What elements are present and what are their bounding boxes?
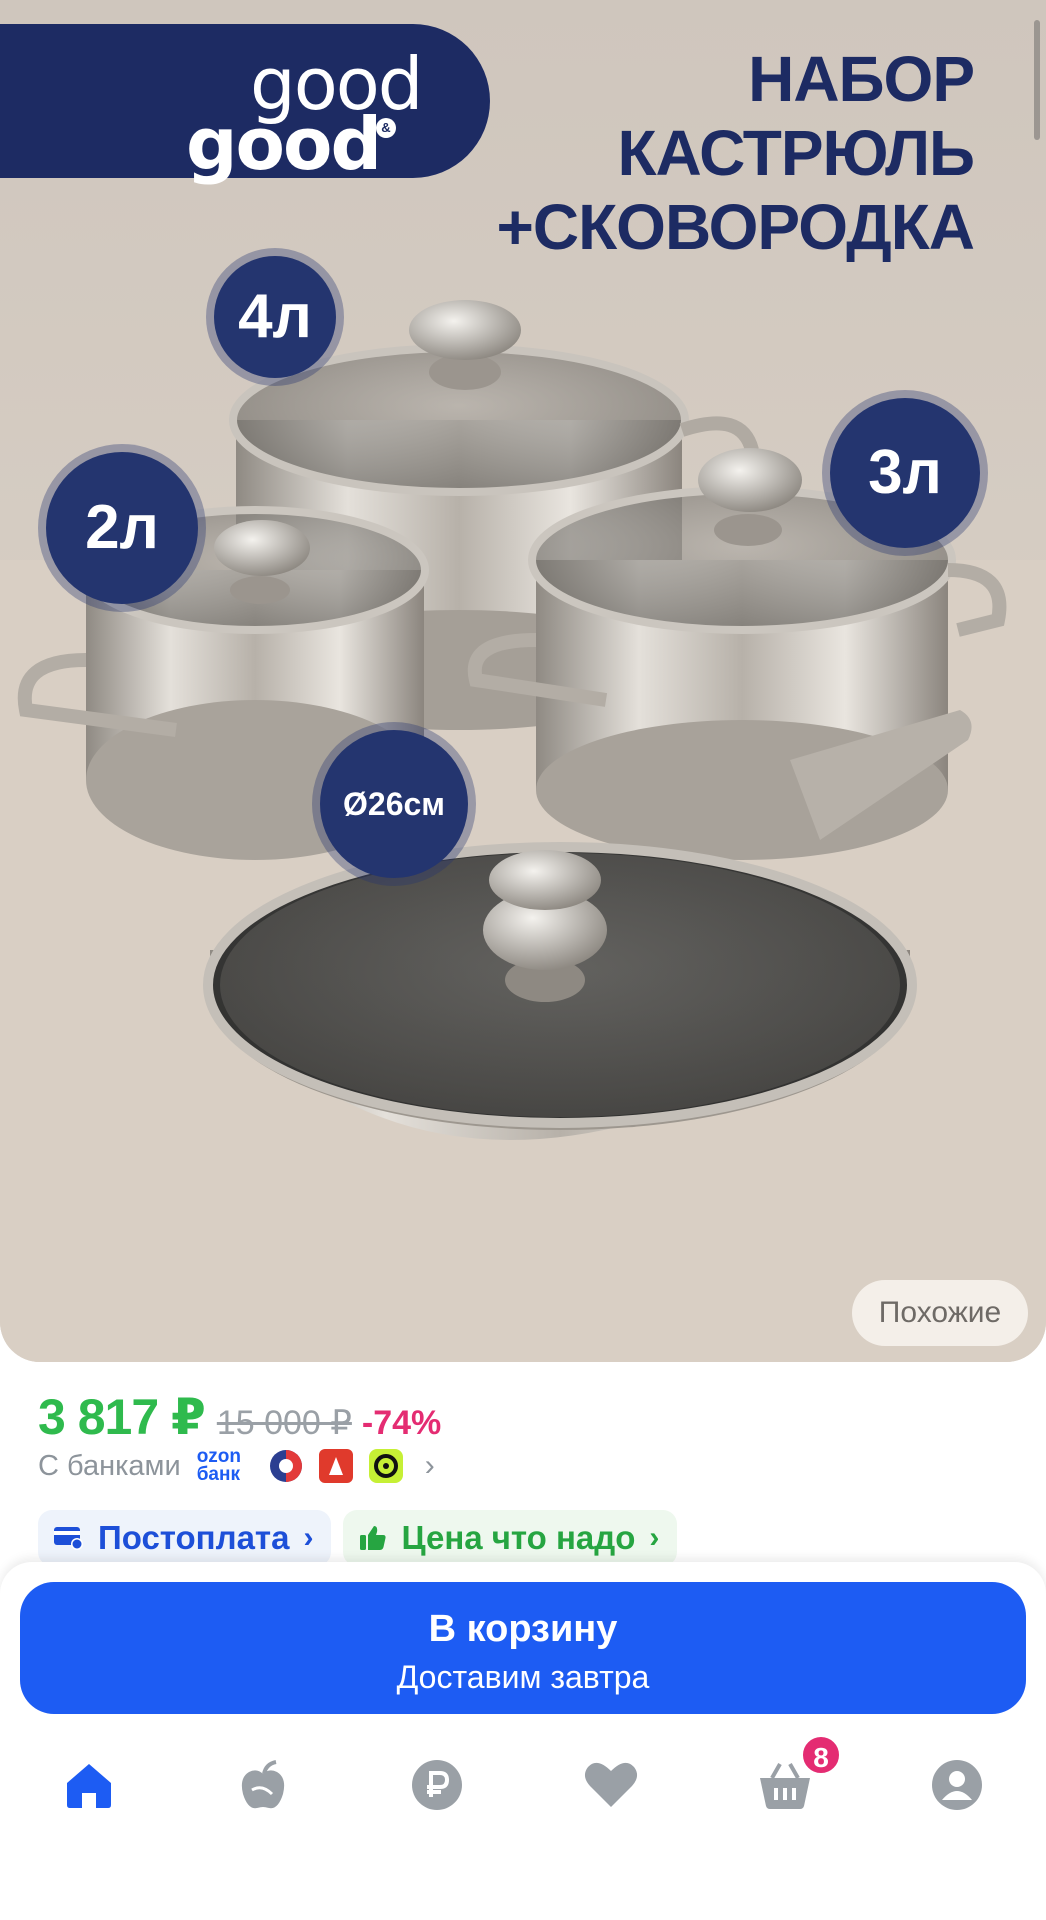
postpay-chip[interactable]: Постоплата ›: [38, 1510, 332, 1566]
tab-profile[interactable]: [922, 1750, 992, 1820]
headline-line2: КАСТРЮЛЬ: [617, 117, 975, 189]
profile-icon: [932, 1760, 982, 1810]
price-discount: -74%: [361, 1404, 442, 1442]
home-icon: [67, 1764, 111, 1808]
bank-offers-chevron: ›: [424, 1449, 435, 1482]
good-price-chip-label: Цена что надо: [401, 1519, 636, 1556]
brand-logo-ampersand: &: [376, 118, 396, 138]
brand-logo-line2: good: [186, 102, 382, 186]
tab-catalog[interactable]: [228, 1750, 298, 1820]
tab-finance[interactable]: [402, 1750, 472, 1820]
bank-logo-icon-2: [318, 1449, 353, 1483]
chevron-right-icon: ›: [649, 1521, 660, 1554]
bank-logo-icon-1: [269, 1450, 302, 1482]
bank-logo-icon-3: [368, 1449, 403, 1483]
ruble-icon: [412, 1760, 462, 1810]
volume-badge-4l: 4л: [214, 256, 336, 378]
good-price-chip[interactable]: Цена что надо ›: [343, 1510, 678, 1566]
add-to-cart-button[interactable]: В корзину Доставим завтра: [20, 1582, 1026, 1714]
catalog-apple-icon: [241, 1760, 285, 1809]
postpay-chip-label: Постоплата: [98, 1519, 290, 1556]
heart-icon: [584, 1762, 638, 1807]
volume-badge-3l: 3л: [830, 398, 980, 548]
price-row: 3 817 ₽ 15 000 ₽ -74%: [38, 1388, 441, 1448]
similar-button[interactable]: Похожие: [852, 1280, 1028, 1346]
price-current: 3 817 ₽: [38, 1389, 206, 1445]
promo-chips: Постоплата › Цена что надо ›: [38, 1510, 689, 1566]
tab-home[interactable]: [54, 1750, 124, 1820]
card-clock-icon: [54, 1527, 83, 1550]
thumbs-up-icon: [360, 1526, 387, 1550]
diameter-badge: Ø26см: [320, 730, 468, 878]
bank-offers-row[interactable]: С банками ozon банк ›: [38, 1444, 435, 1488]
delivery-sublabel: Доставим завтра: [396, 1659, 650, 1695]
product-image[interactable]: good good & НАБОР КАСТРЮЛЬ +СКОВОРОДКА 4…: [0, 0, 1046, 1362]
ozon-bank-logo: ozon банк: [196, 1447, 253, 1485]
headline-line1: НАБОР: [748, 43, 975, 115]
chevron-right-icon: ›: [303, 1521, 314, 1554]
scrollbar[interactable]: [1034, 20, 1040, 140]
add-to-cart-label: В корзину: [428, 1608, 618, 1650]
cart-count-badge: 8: [800, 1734, 842, 1776]
bottom-tab-bar: [0, 1740, 1046, 1830]
product-headline: НАБОР КАСТРЮЛЬ +СКОВОРОДКА: [414, 42, 976, 264]
bank-offers-label: С банками: [38, 1449, 181, 1482]
price-old: 15 000 ₽: [216, 1404, 352, 1442]
headline-line3: +СКОВОРОДКА: [496, 191, 976, 263]
volume-badge-2l: 2л: [46, 452, 198, 604]
ozon-bank-logo-line2: банк: [196, 1464, 240, 1485]
tab-favorites[interactable]: [576, 1750, 646, 1820]
